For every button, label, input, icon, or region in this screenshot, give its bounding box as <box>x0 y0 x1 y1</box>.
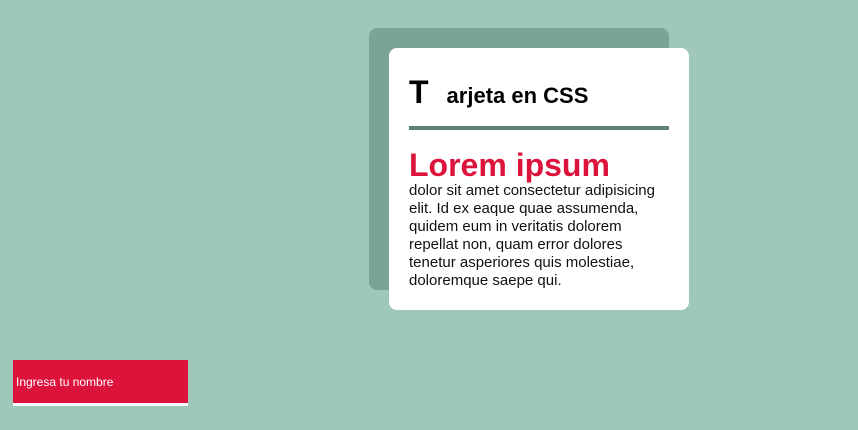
card-title-initial: T <box>409 74 429 110</box>
page: T arjeta en CSS Lorem ipsum dolor sit am… <box>0 0 858 430</box>
card-title-rest: arjeta en CSS <box>446 83 589 108</box>
card-divider <box>409 126 669 130</box>
card-body-text: dolor sit amet consectetur adipisicing e… <box>409 182 655 289</box>
card: T arjeta en CSS Lorem ipsum dolor sit am… <box>389 48 689 310</box>
card-title: T arjeta en CSS <box>409 48 669 108</box>
card-heading: Lorem ipsum <box>409 147 610 183</box>
name-input[interactable] <box>13 360 188 406</box>
